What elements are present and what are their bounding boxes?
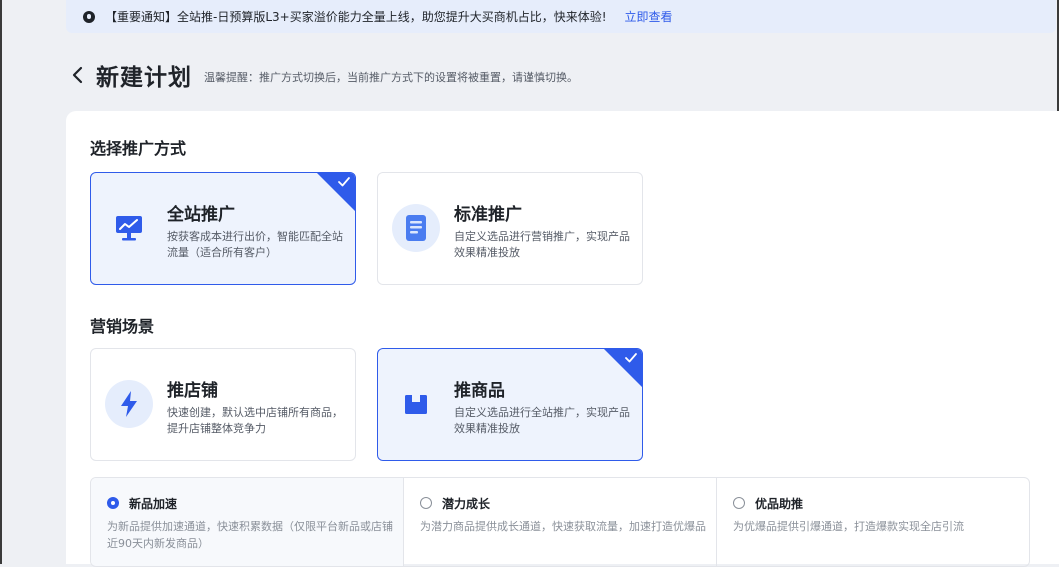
check-icon xyxy=(338,177,350,187)
option-new-product-boost[interactable]: 新品加速 为新品提供加速通道，快速积累数据（仅限平台新品或店铺近90天内新发商品… xyxy=(91,478,404,566)
monitor-chart-icon xyxy=(105,204,153,252)
check-icon xyxy=(625,353,637,363)
promotion-section-title: 选择推广方式 xyxy=(90,139,187,158)
card-desc: 按获客成本进行出价，智能匹配全站流量（适合所有客户） xyxy=(167,230,343,259)
option-title: 潜力成长 xyxy=(442,497,491,511)
window-frame-left xyxy=(0,0,2,564)
scene-card-shop[interactable]: 推店铺 快速创建，默认选中店铺所有商品，提升店铺整体竞争力 xyxy=(90,348,356,461)
scene-section-title: 营销场景 xyxy=(90,317,155,336)
radio-unselected[interactable] xyxy=(733,497,745,509)
option-quality-boost[interactable]: 优品助推 为优爆品提供引爆通道，打造爆款实现全店引流 xyxy=(717,478,1029,566)
box-icon xyxy=(392,380,440,428)
option-title: 优品助推 xyxy=(755,497,804,511)
back-arrow-icon[interactable] xyxy=(66,60,90,90)
notice-view-link[interactable]: 立即查看 xyxy=(625,8,673,25)
scene-card-product[interactable]: 推商品 自定义选品进行全站推广，实现产品效果精准投放 xyxy=(377,348,643,461)
option-potential-growth[interactable]: 潜力成长 为潜力商品提供成长通道，快速获取流量，加速打造优爆品 xyxy=(404,478,717,566)
card-desc: 自定义选品进行全站推广，实现产品效果精准投放 xyxy=(454,406,630,435)
card-title: 推店铺 xyxy=(167,381,218,401)
page-header: 新建计划 温馨提醒：推广方式切换后，当前推广方式下的设置将被重置，请谨慎切换。 xyxy=(66,58,578,92)
option-desc: 为新品提供加速通道，快速积累数据（仅限平台新品或店铺近90天内新发商品） xyxy=(107,520,393,550)
switch-warning-tip: 温馨提醒：推广方式切换后，当前推广方式下的设置将被重置，请谨慎切换。 xyxy=(204,71,578,84)
promotion-card-full-site[interactable]: 全站推广 按获客成本进行出价，智能匹配全站流量（适合所有客户） xyxy=(90,172,356,285)
card-desc: 快速创建，默认选中店铺所有商品，提升店铺整体竞争力 xyxy=(167,406,343,435)
page-title: 新建计划 xyxy=(96,65,192,91)
promotion-card-standard[interactable]: 标准推广 自定义选品进行营销推广，实现产品效果精准投放 xyxy=(377,172,643,285)
main-panel: 选择推广方式 全站推广 按获客成本进行出价，智能匹配全站流量（适合所有客户） 标… xyxy=(66,111,1059,567)
card-title: 标准推广 xyxy=(454,205,522,225)
option-title: 新品加速 xyxy=(129,497,178,511)
radio-unselected[interactable] xyxy=(420,497,432,509)
scene-sub-options: 新品加速 为新品提供加速通道，快速积累数据（仅限平台新品或店铺近90天内新发商品… xyxy=(90,477,1030,567)
lightning-icon xyxy=(105,380,153,428)
card-title: 推商品 xyxy=(454,381,505,401)
option-desc: 为优爆品提供引爆通道，打造爆款实现全店引流 xyxy=(733,520,964,533)
notice-text: 【重要通知】全站推-日预算版L3+买家溢价能力全量上线，助您提升大买商机占比，快… xyxy=(105,10,607,24)
option-desc: 为潜力商品提供成长通道，快速获取流量，加速打造优爆品 xyxy=(420,520,706,533)
document-icon xyxy=(392,204,440,252)
info-icon xyxy=(83,10,95,23)
radio-selected[interactable] xyxy=(107,497,119,509)
card-title: 全站推广 xyxy=(167,205,235,225)
notice-bar: 【重要通知】全站推-日预算版L3+买家溢价能力全量上线，助您提升大买商机占比，快… xyxy=(66,0,1056,33)
card-desc: 自定义选品进行营销推广，实现产品效果精准投放 xyxy=(454,230,630,259)
